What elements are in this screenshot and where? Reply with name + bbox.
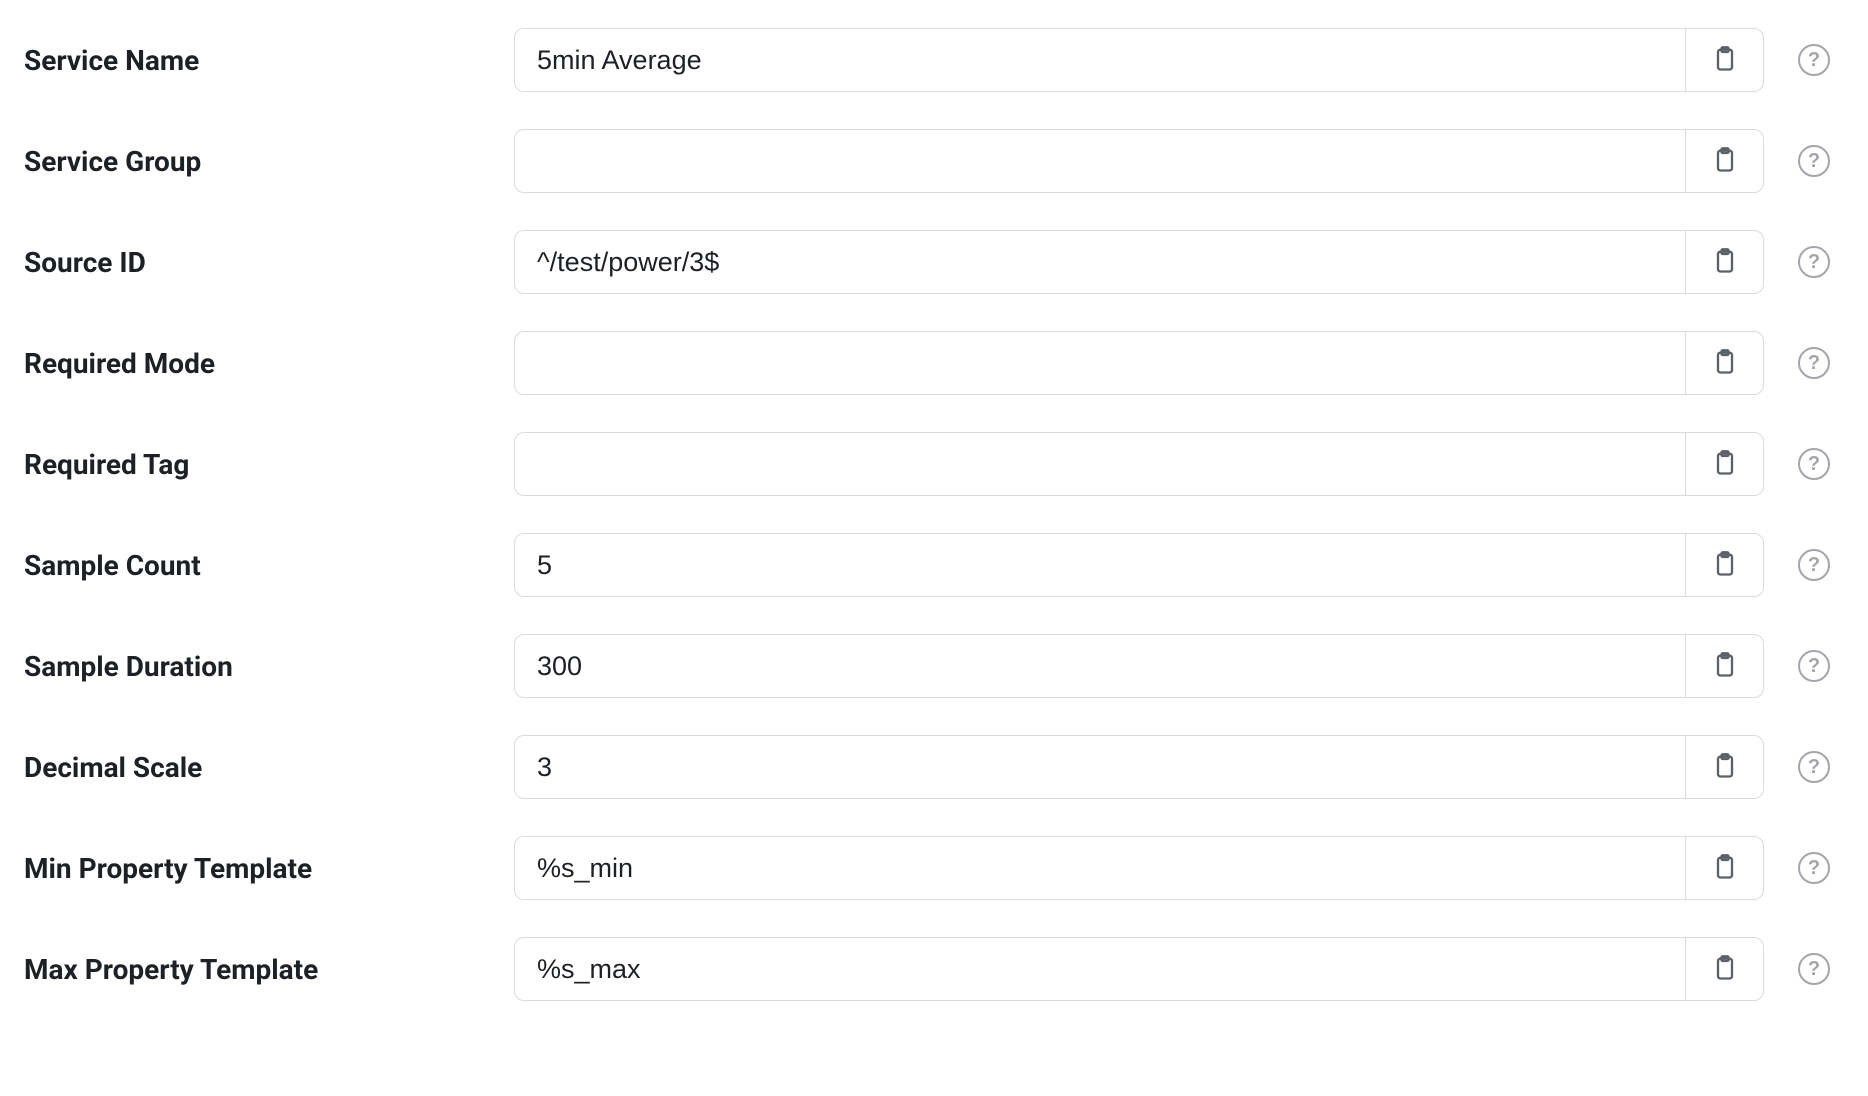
row-max-property-template: Max Property Template ? xyxy=(24,937,1844,1001)
help-icon: ? xyxy=(1808,49,1820,72)
help-button-service-group[interactable]: ? xyxy=(1798,145,1830,177)
label-min-property-template: Min Property Template xyxy=(24,852,494,885)
clipboard-icon xyxy=(1711,449,1739,480)
clipboard-button-service-name[interactable] xyxy=(1685,29,1763,91)
help-button-sample-duration[interactable]: ? xyxy=(1798,650,1830,682)
clipboard-icon xyxy=(1711,752,1739,783)
input-wrap-required-tag xyxy=(514,432,1764,496)
settings-form: Service Name ? Service Group ? xyxy=(24,28,1844,1001)
label-sample-count: Sample Count xyxy=(24,549,494,582)
input-sample-duration[interactable] xyxy=(515,635,1685,697)
clipboard-button-max-property-template[interactable] xyxy=(1685,938,1763,1000)
help-icon: ? xyxy=(1808,453,1820,476)
row-sample-count: Sample Count ? xyxy=(24,533,1844,597)
row-source-id: Source ID ? xyxy=(24,230,1844,294)
input-service-name[interactable] xyxy=(515,29,1685,91)
help-icon: ? xyxy=(1808,958,1820,981)
label-sample-duration: Sample Duration xyxy=(24,650,494,683)
input-required-tag[interactable] xyxy=(515,433,1685,495)
help-col-sample-count: ? xyxy=(1784,549,1844,581)
clipboard-icon xyxy=(1711,853,1739,884)
help-button-decimal-scale[interactable]: ? xyxy=(1798,751,1830,783)
input-sample-count[interactable] xyxy=(515,534,1685,596)
clipboard-icon xyxy=(1711,146,1739,177)
clipboard-button-required-tag[interactable] xyxy=(1685,433,1763,495)
row-required-tag: Required Tag ? xyxy=(24,432,1844,496)
help-button-required-mode[interactable]: ? xyxy=(1798,347,1830,379)
help-icon: ? xyxy=(1808,150,1820,173)
clipboard-icon xyxy=(1711,348,1739,379)
help-col-max-property-template: ? xyxy=(1784,953,1844,985)
input-wrap-decimal-scale xyxy=(514,735,1764,799)
clipboard-button-sample-duration[interactable] xyxy=(1685,635,1763,697)
label-decimal-scale: Decimal Scale xyxy=(24,751,494,784)
input-wrap-service-name xyxy=(514,28,1764,92)
label-max-property-template: Max Property Template xyxy=(24,953,494,986)
label-service-group: Service Group xyxy=(24,145,494,178)
help-col-source-id: ? xyxy=(1784,246,1844,278)
help-icon: ? xyxy=(1808,756,1820,779)
input-source-id[interactable] xyxy=(515,231,1685,293)
input-wrap-sample-count xyxy=(514,533,1764,597)
help-button-max-property-template[interactable]: ? xyxy=(1798,953,1830,985)
help-button-source-id[interactable]: ? xyxy=(1798,246,1830,278)
clipboard-button-sample-count[interactable] xyxy=(1685,534,1763,596)
help-col-decimal-scale: ? xyxy=(1784,751,1844,783)
clipboard-button-min-property-template[interactable] xyxy=(1685,837,1763,899)
label-required-mode: Required Mode xyxy=(24,347,494,380)
label-source-id: Source ID xyxy=(24,246,494,279)
help-col-service-name: ? xyxy=(1784,44,1844,76)
row-sample-duration: Sample Duration ? xyxy=(24,634,1844,698)
help-icon: ? xyxy=(1808,857,1820,880)
input-wrap-required-mode xyxy=(514,331,1764,395)
help-icon: ? xyxy=(1808,251,1820,274)
help-icon: ? xyxy=(1808,352,1820,375)
help-button-min-property-template[interactable]: ? xyxy=(1798,852,1830,884)
clipboard-icon xyxy=(1711,247,1739,278)
input-required-mode[interactable] xyxy=(515,332,1685,394)
help-icon: ? xyxy=(1808,655,1820,678)
clipboard-button-decimal-scale[interactable] xyxy=(1685,736,1763,798)
input-max-property-template[interactable] xyxy=(515,938,1685,1000)
help-col-min-property-template: ? xyxy=(1784,852,1844,884)
row-min-property-template: Min Property Template ? xyxy=(24,836,1844,900)
help-col-required-mode: ? xyxy=(1784,347,1844,379)
input-wrap-min-property-template xyxy=(514,836,1764,900)
clipboard-button-service-group[interactable] xyxy=(1685,130,1763,192)
help-button-service-name[interactable]: ? xyxy=(1798,44,1830,76)
input-min-property-template[interactable] xyxy=(515,837,1685,899)
input-wrap-source-id xyxy=(514,230,1764,294)
clipboard-icon xyxy=(1711,45,1739,76)
label-service-name: Service Name xyxy=(24,44,494,77)
help-col-service-group: ? xyxy=(1784,145,1844,177)
help-button-sample-count[interactable]: ? xyxy=(1798,549,1830,581)
input-decimal-scale[interactable] xyxy=(515,736,1685,798)
row-decimal-scale: Decimal Scale ? xyxy=(24,735,1844,799)
help-button-required-tag[interactable]: ? xyxy=(1798,448,1830,480)
clipboard-button-source-id[interactable] xyxy=(1685,231,1763,293)
row-required-mode: Required Mode ? xyxy=(24,331,1844,395)
help-col-sample-duration: ? xyxy=(1784,650,1844,682)
row-service-group: Service Group ? xyxy=(24,129,1844,193)
input-service-group[interactable] xyxy=(515,130,1685,192)
input-wrap-service-group xyxy=(514,129,1764,193)
clipboard-icon xyxy=(1711,651,1739,682)
clipboard-icon xyxy=(1711,550,1739,581)
help-col-required-tag: ? xyxy=(1784,448,1844,480)
label-required-tag: Required Tag xyxy=(24,448,494,481)
input-wrap-max-property-template xyxy=(514,937,1764,1001)
input-wrap-sample-duration xyxy=(514,634,1764,698)
row-service-name: Service Name ? xyxy=(24,28,1844,92)
clipboard-button-required-mode[interactable] xyxy=(1685,332,1763,394)
clipboard-icon xyxy=(1711,954,1739,985)
help-icon: ? xyxy=(1808,554,1820,577)
